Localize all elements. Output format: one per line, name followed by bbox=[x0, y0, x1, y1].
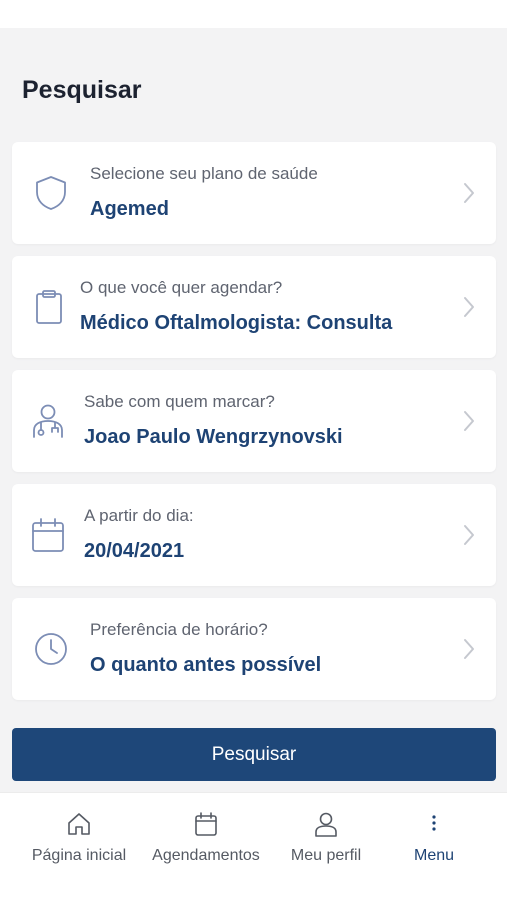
nav-label-menu: Menu bbox=[413, 847, 455, 864]
appointment-type-value: Médico Oftalmologista: Consulta bbox=[80, 312, 393, 334]
nav-label-appointments: Agendamentos bbox=[152, 847, 260, 864]
nav-item-menu[interactable]: Menu bbox=[369, 811, 499, 865]
page-title: Pesquisar bbox=[22, 76, 142, 104]
health-plan-label: Selecione seu plano de saúde bbox=[90, 164, 318, 183]
doctor-value: Joao Paulo Wengrzynovski bbox=[84, 426, 343, 448]
more-vertical-icon bbox=[421, 811, 447, 837]
status-bar-area bbox=[0, 0, 507, 28]
date-selector[interactable]: A partir do dia: 20/04/2021 bbox=[12, 484, 496, 586]
calendar-icon bbox=[193, 811, 219, 837]
chevron-right-icon bbox=[462, 295, 476, 319]
shield-icon bbox=[32, 174, 70, 212]
clock-icon bbox=[32, 630, 70, 668]
time-preference-label: Preferência de horário? bbox=[90, 620, 268, 639]
time-preference-selector[interactable]: Preferência de horário? O quanto antes p… bbox=[12, 598, 496, 700]
date-value: 20/04/2021 bbox=[84, 540, 185, 562]
health-plan-selector[interactable]: Selecione seu plano de saúde Agemed bbox=[12, 142, 496, 244]
user-icon bbox=[313, 811, 339, 837]
health-plan-value: Agemed bbox=[90, 198, 169, 220]
chevron-right-icon bbox=[462, 409, 476, 433]
nav-item-home[interactable]: Página inicial bbox=[14, 811, 144, 865]
chevron-right-icon bbox=[462, 523, 476, 547]
bottom-navigation: Página inicial Agendamentos Meu perfil M… bbox=[0, 792, 507, 900]
date-label: A partir do dia: bbox=[84, 506, 194, 525]
appointment-type-label: O que você quer agendar? bbox=[80, 278, 283, 297]
appointment-type-selector[interactable]: O que você quer agendar? Médico Oftalmol… bbox=[12, 256, 496, 358]
home-icon bbox=[66, 811, 92, 837]
nav-label-home: Página inicial bbox=[31, 847, 127, 864]
search-button[interactable]: Pesquisar bbox=[12, 728, 496, 781]
time-preference-value: O quanto antes possível bbox=[90, 654, 322, 676]
chevron-right-icon bbox=[462, 637, 476, 661]
nav-item-appointments[interactable]: Agendamentos bbox=[141, 811, 271, 865]
doctor-label: Sabe com quem marcar? bbox=[84, 392, 275, 411]
doctor-icon bbox=[29, 402, 67, 440]
calendar-icon bbox=[29, 516, 67, 554]
clipboard-icon bbox=[30, 288, 68, 326]
chevron-right-icon bbox=[462, 181, 476, 205]
doctor-selector[interactable]: Sabe com quem marcar? Joao Paulo Wengrzy… bbox=[12, 370, 496, 472]
